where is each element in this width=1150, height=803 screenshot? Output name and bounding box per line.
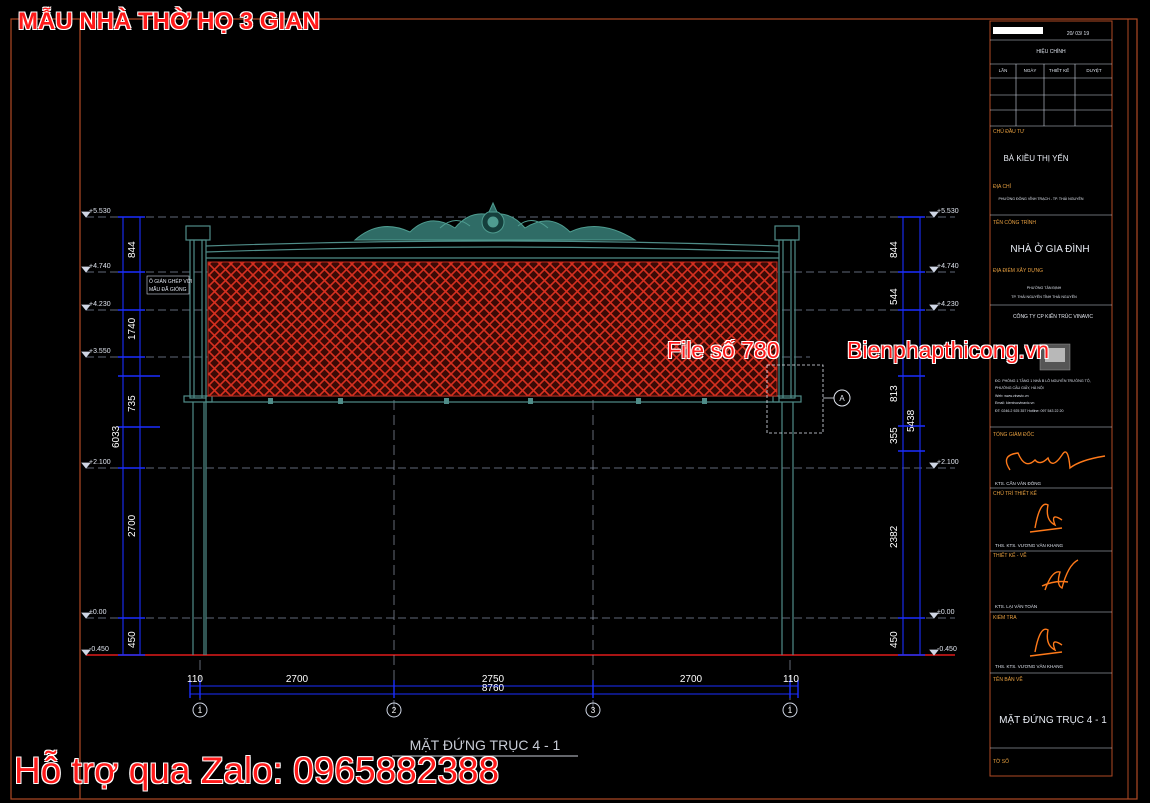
dim-label: 450: [889, 631, 900, 648]
chief-name: THS. KTS. VƯƠNG VĂN KHANG: [995, 542, 1063, 548]
dim-label: 844: [889, 241, 900, 258]
cad-drawing: +5.530 +4.740 +4.230 +3.550 +2.100 ±0.00…: [10, 18, 1138, 800]
director-label: TỔNG GIÁM ĐỐC: [993, 431, 1035, 438]
note-text: Ô GIÁN GHÉP VỚI: [149, 278, 192, 285]
location-text: TP. THÁI NGUYÊN TỈNH THÁI NGUYÊN: [1011, 294, 1077, 299]
sheet-no-label: TỜ SỐ: [993, 758, 1009, 765]
dim-label: 6033: [111, 425, 122, 448]
checker-signature: [1029, 628, 1063, 657]
level-label: +2.100: [937, 459, 959, 466]
director-signature: [1005, 451, 1106, 471]
location-label: ĐỊA ĐIỂM XÂY DỰNG: [993, 267, 1043, 274]
level-label: +5.530: [89, 208, 111, 215]
level-label: +4.740: [89, 263, 111, 270]
sheet-name: MẶT ĐỨNG TRỤC 4 - 1: [999, 713, 1107, 726]
checker-label: KIỂM TRA: [993, 614, 1017, 621]
dim-label: 735: [127, 395, 138, 412]
drawing-frame: [10, 18, 1138, 800]
rev-col: THIẾT KẾ: [1049, 67, 1069, 73]
level-label: +4.230: [937, 301, 959, 308]
axis-label: 3: [591, 706, 596, 715]
chief-signature: [1029, 503, 1063, 533]
designer-name: KTS. LẠI VĂN TOÀN: [995, 603, 1037, 609]
level-label: ±0.00: [89, 609, 107, 616]
checker-name: THS. KTS. VƯƠNG VĂN KHANG: [995, 663, 1063, 669]
owner-label: CHỦ ĐẦU TƯ: [993, 128, 1025, 135]
level-label: -0.450: [89, 646, 109, 653]
overlay-file-number: File số 780: [667, 337, 780, 363]
company-info: Web: www.vinavic.vn: [995, 394, 1029, 398]
detail-callout-label: A: [839, 394, 845, 403]
address-label: ĐỊA CHỈ: [993, 183, 1012, 190]
level-label: -0.450: [937, 646, 957, 653]
sheet-label: TÊN BẢN VẼ: [993, 675, 1023, 683]
dim-label: 110: [187, 674, 203, 685]
company-name: CÔNG TY CP KIẾN TRÚC VINAVIC: [1013, 313, 1093, 320]
dim-label: 1740: [127, 317, 138, 340]
rev-col: DUYỆT: [1086, 66, 1102, 73]
note-text: MÃU ĐÃ GIÓNG: [149, 286, 187, 293]
dim-label: 450: [127, 631, 138, 648]
overlay-title: MẪU NHÀ THỜ HỌ 3 GIAN: [18, 8, 320, 35]
right-dims: [898, 216, 925, 656]
company-info: ĐC: PHÒNG 1 TẦNG 1 NHÀ B LÔ NGUYỄN TRƯỜN…: [995, 378, 1091, 383]
level-label: +4.740: [937, 263, 959, 270]
level-label: +3.550: [89, 348, 111, 355]
project-name: NHÀ Ở GIA ĐÌNH: [1010, 242, 1089, 255]
beam-brackets: [268, 398, 707, 404]
dim-label: 355: [889, 427, 900, 444]
chief-label: CHỦ TRÌ THIẾT KẾ: [993, 490, 1038, 497]
location-text: PHƯỜNG TÂN ĐỊNH: [1027, 285, 1062, 290]
date-cell-fill: [993, 27, 1043, 34]
date-text: 20/ 03/ 19: [1067, 31, 1089, 37]
address-text: PHƯỜNG ĐÔNG VĨNH TRẠCH - TP. THÁI NGUYÊN: [999, 196, 1084, 201]
dim-label: 544: [889, 288, 900, 305]
dim-label: 110: [783, 674, 799, 685]
roof-ornament: [353, 201, 637, 241]
level-label: +5.530: [937, 208, 959, 215]
level-label: ±0.00: [937, 609, 955, 616]
dim-label: 2382: [889, 525, 900, 548]
designer-label: THIẾT KẾ - VẼ: [993, 552, 1027, 559]
owner-name: BÀ KIỀU THỊ YẾN: [1003, 153, 1068, 163]
axis-lines: [199, 400, 791, 712]
axis-label: 1: [788, 706, 793, 715]
company-info: ĐT: 0246.2 925 357 Hotline: 097 543 22 2…: [995, 409, 1064, 413]
lattice-panel: [207, 261, 778, 397]
axis-label: 1: [198, 706, 203, 715]
company-info: PHƯỜNG CẦU GIẤY, HÀ NỘI: [995, 385, 1044, 390]
dim-label: 813: [889, 385, 900, 402]
dim-label: 2700: [127, 514, 138, 537]
rev-col: NGÀY: [1024, 67, 1037, 73]
level-label: +2.100: [89, 459, 111, 466]
designer-signature: [1041, 559, 1079, 591]
level-label: +4.230: [89, 301, 111, 308]
dim-label: 2700: [286, 674, 309, 685]
dim-label: 8760: [482, 683, 505, 694]
dim-label: 2700: [680, 674, 703, 685]
overlay-site-name: Bienphapthicong.vn: [847, 337, 1050, 363]
dim-label: 844: [127, 241, 138, 258]
axis-label: 2: [392, 706, 397, 715]
dim-label: 5438: [906, 409, 917, 432]
director-name: KTS. CẤN VĂN ĐÔNG: [995, 480, 1042, 486]
revision-header: HIỆU CHỈNH: [1036, 47, 1066, 55]
rev-col: LẦN: [999, 67, 1008, 73]
overlay-support-contact: Hỗ trợ qua Zalo: 0965882388: [14, 750, 500, 791]
company-info: Email: kientrucvinavic.vn: [995, 401, 1034, 405]
project-label: TÊN CÔNG TRÌNH: [993, 218, 1036, 226]
